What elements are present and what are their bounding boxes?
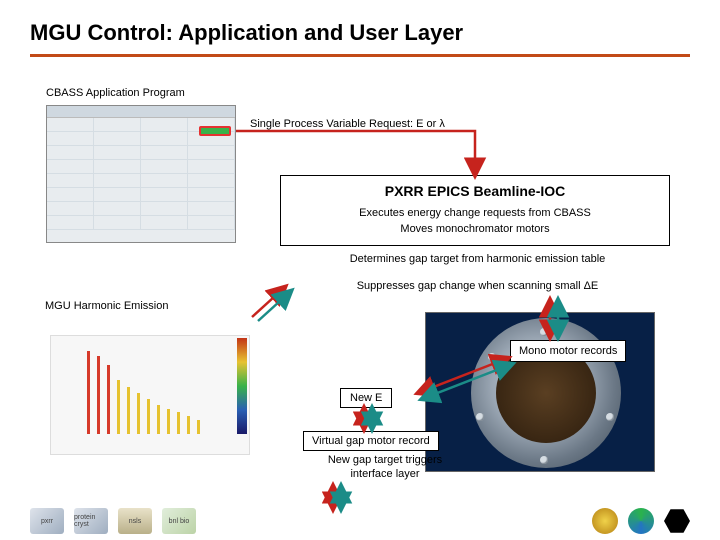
bnlbio-logo: bnl bio	[162, 508, 196, 534]
suppresses-gap-change: Suppresses gap change when scanning smal…	[280, 280, 675, 292]
arrow-harmonic-to-text-teal	[258, 291, 291, 321]
hex-logo	[664, 508, 690, 534]
protein-cryst-logo: protein cryst	[74, 508, 108, 534]
single-request-label: Single Process Variable Request: E or λ	[250, 118, 445, 130]
title-divider	[30, 54, 690, 57]
pxrr-ioc-box: PXRR EPICS Beamline-IOC Executes energy …	[280, 175, 670, 246]
new-gap-trigger-text: New gap target triggers interface layer	[310, 454, 460, 482]
new-e-box: New E	[340, 388, 392, 408]
harmonic-emission-label: MGU Harmonic Emission	[45, 300, 168, 312]
pxrr-logo: pxrr	[30, 508, 64, 534]
pxrr-line1: Executes energy change requests from CBA…	[289, 207, 661, 219]
nsls-ii-logo	[628, 508, 654, 534]
cbass-screenshot	[46, 105, 236, 243]
footer-logos: pxrr protein cryst nsls bnl bio	[30, 508, 690, 534]
determines-gap-target: Determines gap target from harmonic emis…	[280, 253, 675, 265]
pxrr-header: PXRR EPICS Beamline-IOC	[289, 183, 661, 199]
mono-motor-records-box: Mono motor records	[510, 340, 626, 362]
arrow-request-to-ioc	[236, 131, 475, 175]
cbass-app-label: CBASS Application Program	[46, 87, 185, 99]
beamline-vessel-photo	[425, 312, 655, 472]
pxrr-line2: Moves monochromator motors	[289, 223, 661, 235]
virtual-gap-box: Virtual gap motor record	[303, 431, 439, 451]
cbass-go-button-highlighted	[199, 126, 231, 136]
bnl-logo	[592, 508, 618, 534]
harmonic-emission-plot	[50, 335, 250, 455]
page-title: MGU Control: Application and User Layer	[0, 0, 720, 54]
nsls-logo: nsls	[118, 508, 152, 534]
